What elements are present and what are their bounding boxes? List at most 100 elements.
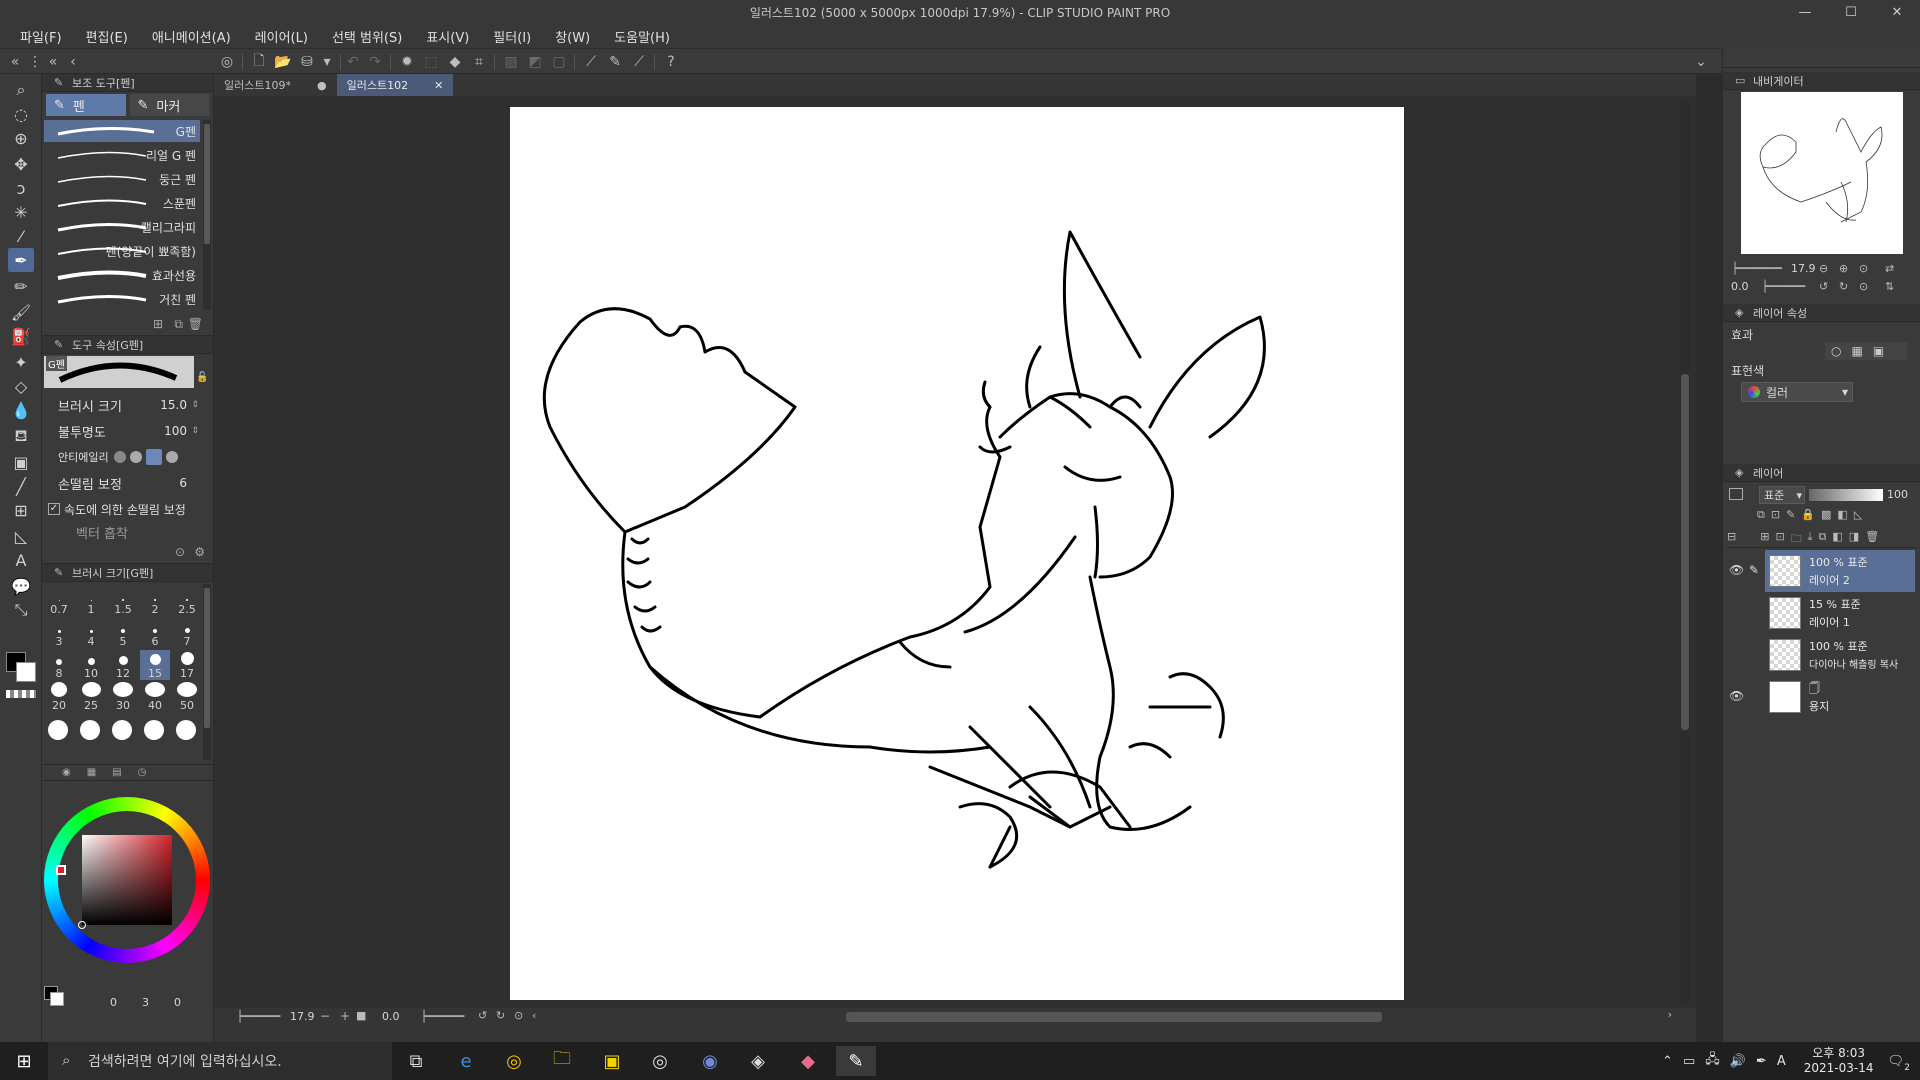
balloon-icon[interactable]: 💬 xyxy=(8,574,34,598)
apply-mask-icon[interactable]: ◨ xyxy=(1849,530,1859,547)
menu-edit[interactable]: 편집(E) xyxy=(74,27,140,46)
airbrush-icon[interactable]: ⛽ xyxy=(8,324,34,348)
snap-icon[interactable]: ⟋ xyxy=(630,53,648,71)
blend-icon[interactable]: 💧 xyxy=(8,398,34,422)
reset-rotate-icon[interactable]: ⊙ xyxy=(514,1009,523,1022)
size-cell[interactable]: 10 xyxy=(76,650,106,680)
size-cell[interactable]: 2.5 xyxy=(172,586,202,616)
size-cell[interactable]: 40 xyxy=(140,682,170,712)
new-file-icon[interactable]: 🗋 xyxy=(250,53,268,71)
undo-icon[interactable]: ↶ xyxy=(344,53,362,71)
rotate-slider[interactable]: ▕━━━━━━ xyxy=(1757,280,1805,293)
menu-help[interactable]: 도움말(H) xyxy=(602,27,682,46)
layer-row[interactable]: 👁 🗍 용지 xyxy=(1723,676,1920,718)
flip-icon[interactable]: ⇄ xyxy=(1885,262,1894,275)
brush-item[interactable]: G펜 xyxy=(44,120,200,142)
history-tab-icon[interactable]: ◷ xyxy=(138,767,147,778)
checkbox[interactable]: ✓ xyxy=(48,503,60,515)
wrench-icon[interactable]: ⊙ xyxy=(175,545,185,559)
sub-color-swatch[interactable] xyxy=(16,662,36,682)
tab-marker[interactable]: ✎ 마커 xyxy=(129,94,209,116)
canvas-vertical-scrollbar[interactable] xyxy=(1680,102,1690,1002)
brush-size-value[interactable]: 15.0 xyxy=(160,398,187,412)
photo-app-icon[interactable]: ◆ xyxy=(788,1046,828,1076)
chevron-left-icon[interactable]: ‹ xyxy=(64,53,82,71)
antialias-options[interactable] xyxy=(114,448,182,466)
open-folder-icon[interactable]: 📂 xyxy=(274,53,292,71)
size-cell[interactable]: 30 xyxy=(108,682,138,712)
eyedropper-icon[interactable]: ⁄ xyxy=(8,224,34,248)
pen-tool-icon[interactable]: ✒ xyxy=(8,248,34,272)
gradient-icon[interactable]: ▣ xyxy=(8,450,34,474)
size-cell[interactable]: 8 xyxy=(44,650,74,680)
size-cell[interactable]: 7 xyxy=(172,618,202,648)
clip-layer-icon[interactable]: ⧉ xyxy=(1757,508,1765,526)
zoom-slider[interactable]: ▕━━━━━━ xyxy=(232,1010,280,1023)
layer-panel-menu-icon[interactable]: ⊟ xyxy=(1727,530,1736,547)
ime-indicator[interactable]: A xyxy=(1777,1054,1786,1069)
volume-icon[interactable]: 🔊 xyxy=(1730,1054,1746,1069)
redo-icon[interactable]: ↷ xyxy=(366,53,384,71)
rotate-slider[interactable]: ▕━━━━━━ xyxy=(416,1010,464,1023)
chrome-icon[interactable]: ◎ xyxy=(494,1046,534,1076)
draft-layer-icon[interactable]: ✎ xyxy=(1786,508,1795,526)
size-grid-scrollbar[interactable] xyxy=(203,584,211,760)
border-effect-icon[interactable]: ○ xyxy=(1831,344,1841,358)
pencil-icon[interactable]: ✏ xyxy=(8,274,34,298)
zoom-in-icon[interactable]: ⊕ xyxy=(1839,262,1848,275)
intermediate-color-tab-icon[interactable]: ▤ xyxy=(112,767,121,778)
effect-buttons[interactable]: ○ ▦ ▣ xyxy=(1825,342,1907,360)
size-cell[interactable]: 2 xyxy=(140,586,170,616)
opacity-value[interactable]: 100 xyxy=(164,424,187,438)
decoration-icon[interactable]: ✦ xyxy=(8,350,34,374)
stepper-icon[interactable]: ⇕ xyxy=(191,400,199,410)
settings-icon[interactable]: ⚙ xyxy=(194,545,205,559)
fill-icon[interactable]: ◆ xyxy=(446,53,464,71)
discord-icon[interactable]: ◉ xyxy=(690,1046,730,1076)
fill-bucket-icon[interactable]: ⛾ xyxy=(8,424,34,448)
brush-item[interactable]: 둥근 펜 xyxy=(44,168,200,190)
tone-effect-icon[interactable]: ▦ xyxy=(1851,344,1862,358)
menu-window[interactable]: 창(W) xyxy=(543,27,602,46)
brush-list-scrollbar[interactable] xyxy=(203,120,211,310)
size-cell[interactable]: 17 xyxy=(172,650,202,680)
minimize-button[interactable]: — xyxy=(1782,0,1828,24)
size-cell[interactable]: 1 xyxy=(76,586,106,616)
tab-document-active[interactable]: 일러스트102 ✕ xyxy=(336,74,454,96)
maximize-button[interactable]: ☐ xyxy=(1828,0,1874,24)
brush-item[interactable]: 리얼 G 펜 xyxy=(44,144,200,166)
color-set-tab-icon[interactable]: ▦ xyxy=(87,767,96,778)
transfer-down-icon[interactable]: ⤓ xyxy=(1808,530,1813,547)
tab-document[interactable]: 일러스트109* ● xyxy=(214,74,337,96)
chevron-left-icon[interactable]: ‹ xyxy=(532,1009,536,1022)
new-folder-icon[interactable]: 🗀 xyxy=(1791,530,1802,547)
rotate-left-icon[interactable]: ↺ xyxy=(1819,280,1828,293)
menu-animation[interactable]: 애니메이션(A) xyxy=(140,27,243,46)
trash-icon[interactable]: 🗑 xyxy=(1865,530,1879,547)
save-icon[interactable]: ⛁ xyxy=(298,53,316,71)
navigator-angle[interactable]: 0.0 xyxy=(1731,280,1749,293)
pen-icon[interactable]: ✒ xyxy=(1756,1054,1767,1069)
blend-mode-select[interactable]: 표준 ▾ xyxy=(1759,486,1805,504)
eye-icon[interactable]: 👁 xyxy=(1729,563,1744,577)
collapse-icon[interactable]: « xyxy=(44,53,62,71)
magnifier-icon[interactable]: ⌕ xyxy=(8,78,34,102)
brush-item[interactable]: 펜(양끝이 뾰족함) xyxy=(44,240,200,262)
navigator-thumbnail[interactable] xyxy=(1741,92,1903,254)
device-icon[interactable]: ▭ xyxy=(1683,1054,1695,1069)
angle-value[interactable]: 0.0 xyxy=(382,1010,400,1023)
line-figure-icon[interactable]: ╱ xyxy=(8,474,34,498)
rotate-right-icon[interactable]: ↻ xyxy=(1839,280,1848,293)
help-icon[interactable]: ? xyxy=(662,53,680,71)
size-cell[interactable]: 0.7 xyxy=(44,586,74,616)
menu-layer[interactable]: 레이어(L) xyxy=(243,27,320,46)
trash-icon[interactable]: 🗑 xyxy=(188,317,203,331)
ruler-icon[interactable]: ⟋ xyxy=(582,53,600,71)
combine-icon[interactable]: ⧉ xyxy=(1819,530,1827,547)
layer-row[interactable]: 👁 ✎ 100 % 표준 레이어 2 xyxy=(1723,550,1920,592)
line-correct-icon[interactable]: ⤡ xyxy=(8,598,34,622)
brush-item[interactable]: 거친 펜 xyxy=(44,288,200,310)
zoom-in-icon[interactable]: + xyxy=(340,1009,350,1023)
size-cell-selected[interactable]: 15 xyxy=(140,650,170,680)
layer-opacity-value[interactable]: 100 xyxy=(1887,488,1908,501)
